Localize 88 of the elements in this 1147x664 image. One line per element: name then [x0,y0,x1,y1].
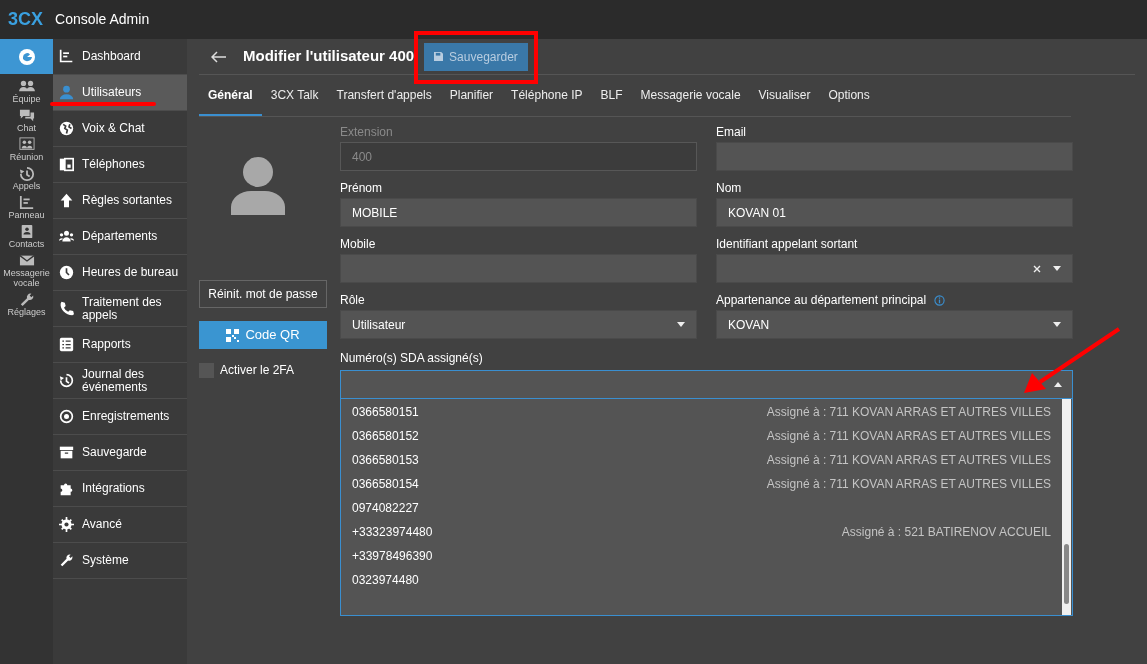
home-button[interactable] [0,39,53,74]
select-field[interactable]: Utilisateur [340,310,697,339]
record-icon [59,409,74,424]
list-icon [59,337,74,352]
page-title: Modifier l'utilisateur 400 [243,46,415,67]
rail-button[interactable]: Messagerie vocale [0,252,53,289]
reset-password-button[interactable]: Réinit. mot de passe [199,280,327,308]
tab[interactable]: Transfert d'appels [327,75,441,116]
info-icon[interactable] [934,294,946,306]
rail-button[interactable]: Panneau [0,194,53,221]
sda-select[interactable] [340,370,1073,399]
history-icon [59,373,74,388]
field-label: Prénom [340,180,383,197]
field-label: Identifiant appelant sortant [716,236,858,253]
back-arrow-icon[interactable] [211,50,227,63]
option-number[interactable]: +33323974480 [352,523,433,541]
field-label: Numéro(s) SDA assigné(s) [340,350,484,367]
floppy-icon [434,52,444,61]
meeting-icon [18,137,35,152]
app-title: Console Admin [55,10,150,29]
rail-button[interactable]: Appels [0,165,53,192]
tab[interactable]: Options [819,75,879,116]
app-logo: 3CX [8,8,43,31]
tab[interactable]: BLF [591,75,632,116]
input-field[interactable]: KOVAN 01 [716,198,1073,227]
option-number[interactable]: 0323974480 [352,571,419,589]
field-label: Mobile [340,236,376,253]
mail-icon [18,253,35,268]
checkbox-label: Activer le 2FA [220,362,295,379]
option-number[interactable]: 0366580154 [352,475,419,493]
rail-button[interactable]: Chat [0,107,53,134]
chat-icon [18,108,35,123]
option-assignment: Assigné à : 711 KOVAN ARRAS ET AUTRES VILLES [766,404,1051,421]
globe-icon [59,121,74,136]
option-assignment: Assigné à : 711 KOVAN ARRAS ET AUTRES VILLES [766,428,1051,445]
avatar-icon [231,157,285,215]
arrow-up-icon [59,193,74,208]
clock-icon [59,265,74,280]
select-field[interactable] [716,254,1073,283]
user-icon [59,85,74,100]
qr-code-icon [226,328,240,342]
field-label: Email [716,124,746,141]
tab[interactable]: Téléphone IP [502,75,592,116]
group-icon [59,229,74,244]
chart-icon [59,49,74,64]
field-label: Extension [340,124,393,141]
phone-icon [59,301,74,316]
caret-up-icon [1054,382,1062,387]
field-label: Rôle [340,292,365,309]
option-assignment: Assigné à : 521 BATIRENOV ACCUEIL [841,524,1051,541]
annotation-arrow-icon [1022,326,1122,396]
gear-icon [59,517,74,532]
rail-button[interactable]: Équipe [0,78,53,105]
option-number[interactable]: 0366580153 [352,451,419,469]
archive-icon [59,445,74,460]
scrollbar[interactable] [1062,399,1071,615]
tab[interactable]: Messagerie vocale [631,75,750,116]
option-number[interactable]: +33978496390 [352,547,433,565]
phone-icon [59,157,74,172]
rail-button[interactable]: Réglages [0,291,53,318]
rail-button[interactable]: Réunion [0,136,53,163]
nav-item[interactable]: Utilisateurs [53,75,187,111]
option-number[interactable]: 0366580151 [352,403,419,421]
tab[interactable]: Général [199,75,262,116]
logo-icon [17,47,36,66]
chart-icon [18,195,35,210]
field-label: Nom [716,180,742,197]
caret-down-icon [1053,322,1061,327]
team-icon [18,79,35,94]
select-field[interactable]: KOVAN [716,310,1073,339]
wrench-icon [59,553,74,568]
input-field[interactable]: MOBILE [340,198,697,227]
input-field: 400 [340,142,697,171]
field-label: Appartenance au département principal [716,292,927,309]
tab[interactable]: 3CX Talk [261,75,328,116]
clear-icon[interactable] [1033,264,1041,273]
rail-button[interactable]: Contacts [0,223,53,250]
caret-down-icon [1053,266,1061,271]
puzzle-icon [59,481,74,496]
option-number[interactable]: 0974082227 [352,499,419,517]
wrench-icon [18,292,35,307]
tab[interactable]: Planifier [440,75,503,116]
tab[interactable]: Visualiser [749,75,820,116]
caret-down-icon [677,322,685,327]
option-assignment: Assigné à : 711 KOVAN ARRAS ET AUTRES VILLES [766,476,1051,493]
option-number[interactable]: 0366580152 [352,427,419,445]
history-icon [18,166,35,181]
option-assignment: Assigné à : 711 KOVAN ARRAS ET AUTRES VILLES [766,452,1051,469]
